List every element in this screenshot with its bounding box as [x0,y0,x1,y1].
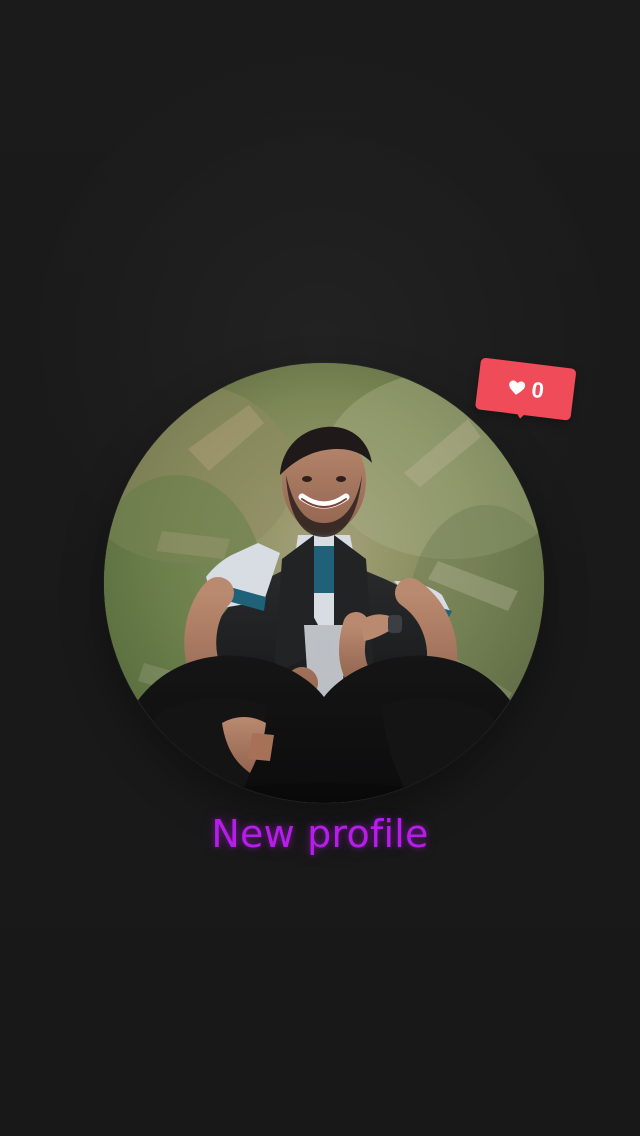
like-count: 0 [530,376,546,404]
story-screen: 0 New profile [0,0,640,1136]
like-badge-tail [512,407,530,420]
new-profile-label: New profile [211,812,429,856]
profile-photo [104,363,544,803]
like-badge: 0 [473,357,577,432]
profile-photo-image [104,363,544,803]
heart-icon [507,379,527,397]
